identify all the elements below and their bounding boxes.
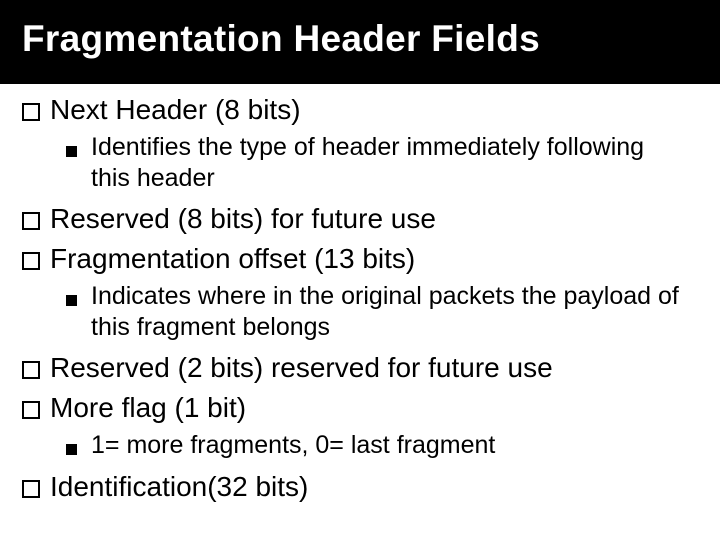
bullet-label: Identification(32 bits): [48, 471, 308, 503]
subbullet: 1= more fragments, 0= last fragment: [0, 426, 720, 465]
bullet-label: Reserved (2 bits) reserved for future us…: [48, 352, 553, 384]
checkbox-icon: [22, 252, 40, 270]
bullet-label: Fragmentation offset (13 bits): [48, 243, 415, 275]
bullet-label: Reserved (8 bits) for future use: [48, 203, 436, 235]
square-bullet-icon: [66, 295, 77, 306]
checkbox-icon: [22, 212, 40, 230]
bullet-next-header: Next Header (8 bits): [0, 88, 720, 128]
checkbox-icon: [22, 401, 40, 419]
bullet-label: Next Header (8 bits): [48, 94, 301, 126]
bullet-reserved-2: Reserved (2 bits) reserved for future us…: [0, 346, 720, 386]
subbullet-text: Identifies the type of header immediatel…: [91, 132, 680, 193]
slide-content: Next Header (8 bits) Identifies the type…: [0, 84, 720, 505]
bullet-identification: Identification(32 bits): [0, 465, 720, 505]
square-bullet-icon: [66, 146, 77, 157]
subbullet-text: Indicates where in the original packets …: [91, 281, 680, 342]
bullet-more-flag: More flag (1 bit): [0, 386, 720, 426]
subbullet-text: 1= more fragments, 0= last fragment: [91, 430, 495, 461]
bullet-label: More flag (1 bit): [48, 392, 246, 424]
checkbox-icon: [22, 361, 40, 379]
slide-title: Fragmentation Header Fields: [22, 18, 698, 60]
checkbox-icon: [22, 480, 40, 498]
square-bullet-icon: [66, 444, 77, 455]
bullet-reserved-8: Reserved (8 bits) for future use: [0, 197, 720, 237]
title-bar: Fragmentation Header Fields: [0, 0, 720, 84]
bullet-fragmentation-offset: Fragmentation offset (13 bits): [0, 237, 720, 277]
checkbox-icon: [22, 103, 40, 121]
subbullet: Identifies the type of header immediatel…: [0, 128, 720, 197]
subbullet: Indicates where in the original packets …: [0, 277, 720, 346]
